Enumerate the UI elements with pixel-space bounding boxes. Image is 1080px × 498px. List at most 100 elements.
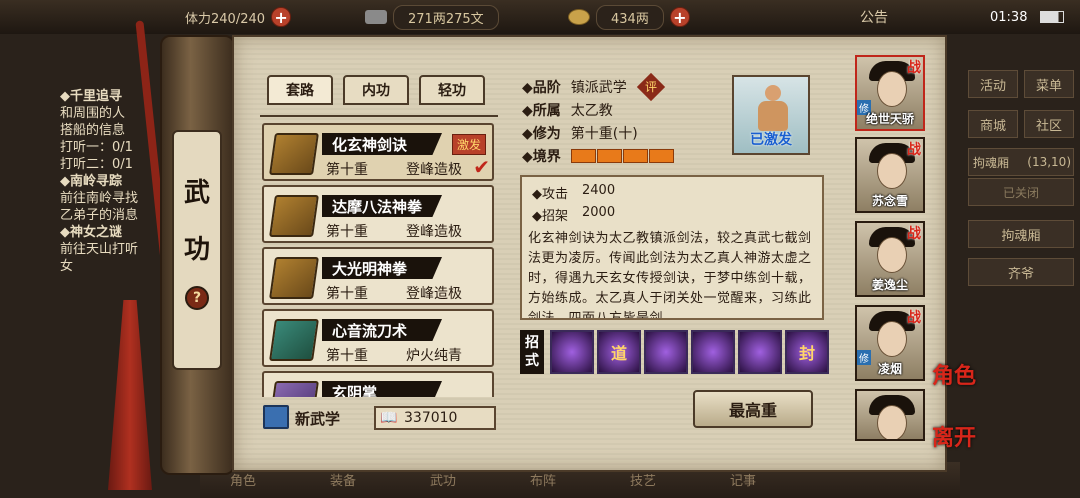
move-icon[interactable] xyxy=(644,330,688,374)
skill-level: 第十重 xyxy=(326,224,368,240)
skill-level: 第十重 xyxy=(326,162,368,178)
grade-row: ◆品阶 镇派武学 评 xyxy=(522,72,665,102)
nav-martial[interactable]: 武功 xyxy=(430,470,456,489)
soul-cave-label: 拘魂厢 xyxy=(973,155,1010,170)
check-icon: ✔ xyxy=(473,155,490,179)
activated-label: 已激发 xyxy=(750,132,792,148)
sect-label: 所属 xyxy=(532,103,561,119)
hero-card[interactable]: 战 苏念雪 xyxy=(855,137,925,213)
rate-icon[interactable]: 评 xyxy=(636,72,665,102)
hero-card[interactable] xyxy=(855,389,925,441)
nav-role[interactable]: 角色 xyxy=(230,470,256,489)
sect-value: 太乙教 xyxy=(570,103,613,119)
hero-card[interactable]: 战 修 绝世天骄 xyxy=(855,55,925,131)
quest-line: 前往天山打听 xyxy=(60,242,139,257)
hero-name: 凌烟 xyxy=(877,362,902,376)
level-label: 修为 xyxy=(532,126,561,142)
soul-cave-count: (13,10) xyxy=(1027,155,1071,169)
tab-inner[interactable]: 内功 xyxy=(343,75,409,105)
skill-tabs: 套路 内功 轻功 xyxy=(267,75,485,105)
help-icon[interactable]: ? xyxy=(185,286,209,310)
scroll-title-char: 武 xyxy=(183,178,210,208)
nav-record[interactable]: 记事 xyxy=(730,470,756,489)
skill-name: 化玄神剑诀 xyxy=(322,133,442,155)
role-button[interactable]: 角色 xyxy=(932,358,976,390)
soul-cave-status: 拘魂厢 (13,10) xyxy=(968,148,1074,176)
max-level-button[interactable]: 最高重 xyxy=(693,390,813,428)
fight-icon: 战 xyxy=(907,310,921,326)
tab-lightness[interactable]: 轻功 xyxy=(419,75,485,105)
add-stamina-button[interactable]: + xyxy=(271,7,292,27)
skill-name: 大光明神拳 xyxy=(322,257,442,279)
activated-badge: 激发 xyxy=(451,134,486,155)
tassel-decoration xyxy=(108,300,152,490)
skill-name: 心音流刀术 xyxy=(322,319,442,341)
move-icon[interactable] xyxy=(550,330,594,374)
move-icon[interactable]: 封 xyxy=(785,330,829,374)
top-bar: 体力240/240 + 271两275文 434两 + 公告 01:38 xyxy=(0,0,1080,34)
skill-item[interactable]: 大光明神拳 第十重 登峰造极 xyxy=(262,247,494,305)
menu-button[interactable]: 菜单 xyxy=(1024,70,1074,98)
move-icon[interactable]: 道 xyxy=(597,330,641,374)
qiye-button[interactable]: 齐爷 xyxy=(968,258,1074,286)
scroll-item-icon xyxy=(269,319,319,361)
community-button[interactable]: 社区 xyxy=(1024,110,1074,138)
mall-button[interactable]: 商城 xyxy=(968,110,1018,138)
moves-label: 招 式 xyxy=(520,330,544,374)
realm-segment xyxy=(622,149,648,163)
book-icon: 📖 xyxy=(380,410,398,426)
realm-segment xyxy=(596,149,622,163)
level-value: 第十重(十) xyxy=(570,126,638,142)
clock: 01:38 xyxy=(990,9,1028,25)
skill-item[interactable]: 化玄神剑诀 激发 第十重 登峰造极 ✔ xyxy=(262,123,494,181)
grade-value: 镇派武学 xyxy=(570,80,627,96)
notice-button[interactable]: 公告 xyxy=(860,6,888,28)
leave-button[interactable]: 离开 xyxy=(932,420,976,452)
soul-cave-button[interactable]: 拘魂厢 xyxy=(968,220,1074,248)
new-skill-icon[interactable] xyxy=(263,405,289,429)
tab-routine[interactable]: 套路 xyxy=(267,75,333,105)
skill-state: 登峰造极 xyxy=(406,162,462,178)
skill-item[interactable]: 玄阴掌 xyxy=(262,371,494,397)
move-icon[interactable] xyxy=(691,330,735,374)
hero-portrait xyxy=(877,71,907,107)
hero-portrait xyxy=(877,153,907,189)
silver: 271两275文 xyxy=(365,4,499,30)
quest-line: 乙弟子的消息 xyxy=(60,208,139,223)
quest-line: 女 xyxy=(60,259,74,274)
hero-name: 绝世天骄 xyxy=(865,112,914,126)
realm-segment xyxy=(570,149,596,163)
hero-portrait xyxy=(877,405,907,439)
scroll-title-plate: 武 功 ? xyxy=(172,130,222,370)
nav-equip[interactable]: 装备 xyxy=(330,470,356,489)
nav-skill[interactable]: 技艺 xyxy=(630,470,656,489)
skill-item[interactable]: 心音流刀术 第十重 炉火纯青 xyxy=(262,309,494,367)
grade-label: 品阶 xyxy=(532,80,561,96)
parry-value: 2000 xyxy=(582,205,616,220)
parry-label: ◆招架 xyxy=(532,209,568,224)
skill-list[interactable]: 化玄神剑诀 激发 第十重 登峰造极 ✔ 达摩八法神拳 第十重 登峰造极 大光明神… xyxy=(260,115,498,397)
move-icon[interactable] xyxy=(738,330,782,374)
new-skill-button[interactable]: 新武学 xyxy=(295,408,340,429)
skill-name: 玄阴掌 xyxy=(322,381,442,397)
hero-name: 姜逸尘 xyxy=(871,278,908,292)
nav-formation[interactable]: 布阵 xyxy=(530,470,556,489)
hero-card[interactable]: 战 姜逸尘 xyxy=(855,221,925,297)
stat-description-box[interactable]: ◆攻击 2400 ◆招架 2000 化玄神剑诀为太乙教镇派剑法，较之真武七截剑法… xyxy=(520,175,824,320)
gold-icon xyxy=(568,9,590,25)
skill-state: 炉火纯青 xyxy=(406,348,462,364)
hero-card[interactable]: 战 修 凌烟 xyxy=(855,305,925,381)
skill-item[interactable]: 达摩八法神拳 第十重 登峰造极 xyxy=(262,185,494,243)
hero-portrait xyxy=(877,237,907,273)
hero-portrait xyxy=(877,321,907,357)
monk-figure xyxy=(758,85,788,133)
activity-button[interactable]: 活动 xyxy=(968,70,1018,98)
quest-title: ◆神女之谜 xyxy=(60,225,122,240)
skill-book-icon xyxy=(269,257,319,299)
parry-stat: ◆招架 2000 xyxy=(532,205,615,224)
skill-level: 第十重 xyxy=(326,286,368,302)
realm-label: 境界 xyxy=(532,149,561,165)
add-gold-button[interactable]: + xyxy=(669,7,690,27)
skill-points-value: 337010 xyxy=(404,410,458,426)
sect-row: ◆所属 太乙教 xyxy=(522,100,613,120)
